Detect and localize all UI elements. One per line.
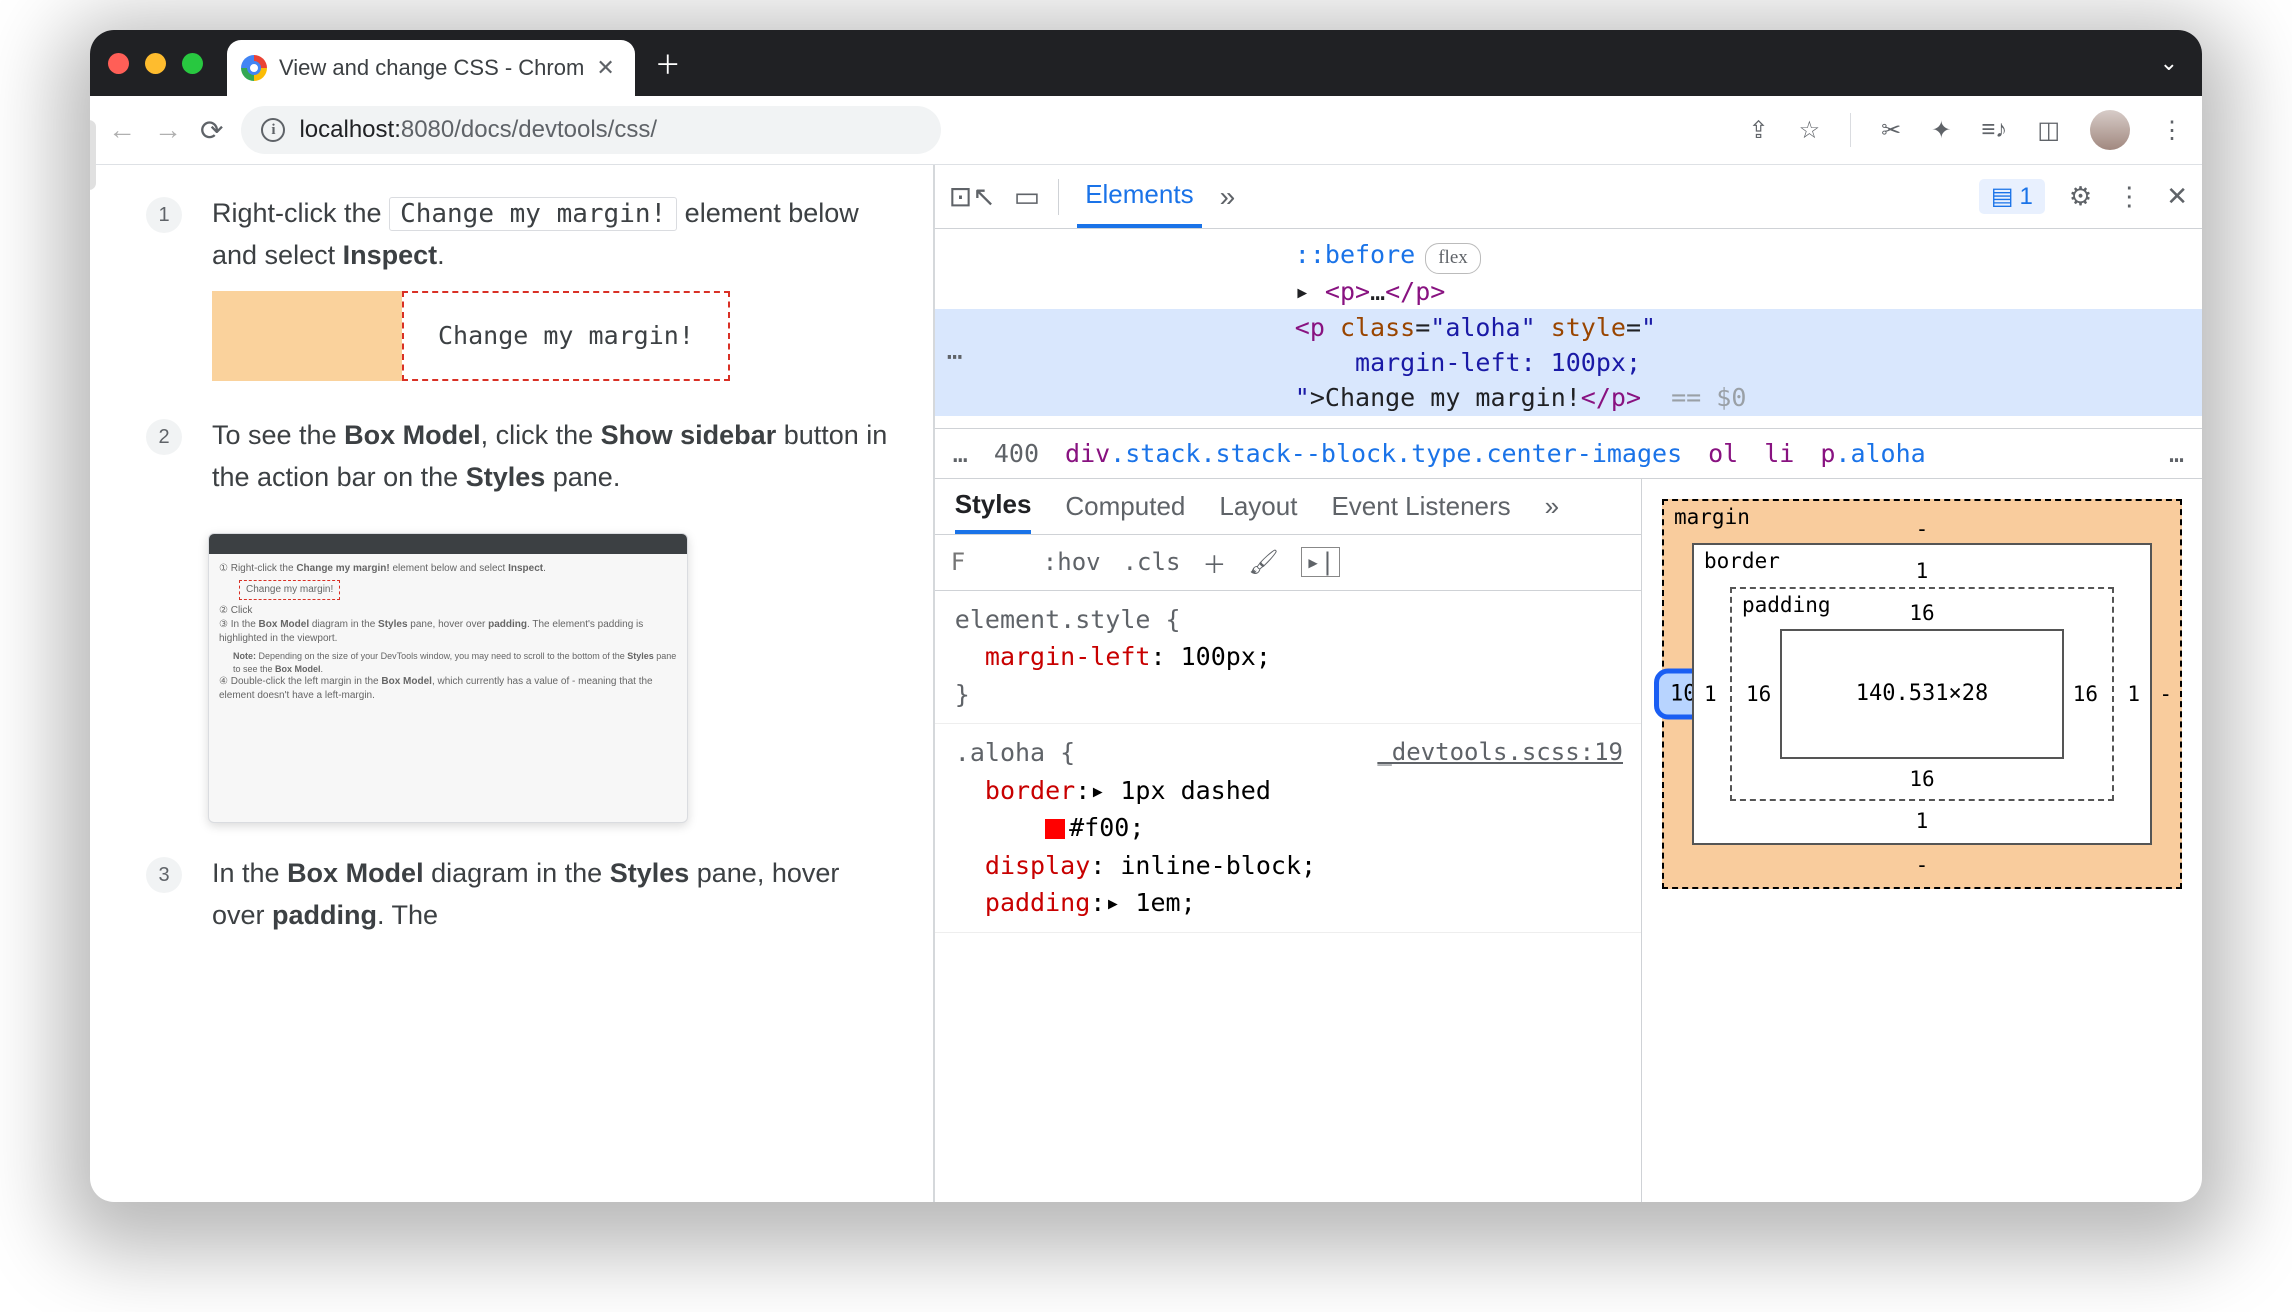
share-icon[interactable]: ⇪ [1748, 116, 1768, 145]
browser-tab[interactable]: View and change CSS - Chrom ✕ [227, 40, 635, 96]
pane-resize-handle[interactable] [90, 165, 96, 190]
divider [1850, 113, 1851, 147]
new-rule-icon[interactable]: ＋ [1202, 545, 1226, 580]
subtab-styles[interactable]: Styles [955, 479, 1032, 534]
tab-bar: View and change CSS - Chrom ✕ ＋ ⌄ [90, 30, 2202, 96]
crumb[interactable]: 400 [994, 439, 1039, 468]
screenshot-thumbnail: ① Right-click the Change my margin! elem… [208, 533, 688, 823]
selected-dom-node[interactable]: <p class="aloha" style=" margin-left: 10… [935, 309, 2202, 416]
back-button[interactable]: ← [108, 114, 136, 146]
subtab-computed[interactable]: Computed [1065, 491, 1185, 522]
content-split: 1 Right-click the Change my margin! elem… [90, 165, 2202, 1202]
margin-demo: Change my margin! [212, 291, 730, 382]
close-tab-icon[interactable]: ✕ [596, 55, 614, 81]
reading-list-icon[interactable]: ≡♪ [1981, 116, 2007, 144]
menu-icon[interactable]: ⋮ [2160, 116, 2184, 145]
step-number: 3 [146, 857, 182, 893]
step-3: 3 In the Box Model diagram in the Styles… [146, 853, 893, 937]
tab-title: View and change CSS - Chrom [279, 55, 584, 81]
browser-toolbar: ← → ⟳ i localhost:8080/docs/devtools/css… [90, 96, 2202, 165]
side-panel-icon[interactable]: ◫ [2037, 116, 2060, 145]
issues-badge[interactable]: ▤ 1 [1979, 179, 2045, 214]
inspect-icon[interactable]: ⊡↖ [949, 180, 996, 213]
subtab-layout[interactable]: Layout [1219, 491, 1297, 522]
hov-toggle[interactable]: :hov [1043, 548, 1101, 576]
reload-button[interactable]: ⟳ [200, 114, 223, 147]
docs-pane: 1 Right-click the Change my margin! elem… [90, 165, 935, 1202]
more-tabs-icon[interactable]: » [1220, 181, 1236, 213]
crumb[interactable]: div.stack.stack--block.type.center-image… [1065, 439, 1682, 468]
cls-toggle[interactable]: .cls [1123, 548, 1181, 576]
step-2: 2 To see the Box Model, click the Show s… [146, 415, 893, 499]
step-text: Right-click the [212, 198, 389, 228]
minimize-window-button[interactable] [145, 53, 166, 74]
tab-elements[interactable]: Elements [1077, 165, 1201, 228]
subtab-listeners[interactable]: Event Listeners [1331, 491, 1510, 522]
color-swatch-icon[interactable] [1045, 819, 1065, 839]
code-inline: Change my margin! [389, 197, 677, 231]
box-content[interactable]: 140.531×28 [1780, 629, 2064, 759]
scissors-icon[interactable]: ✂ [1881, 116, 1901, 145]
show-sidebar-icon[interactable]: ▸| [1301, 547, 1340, 577]
crumb-selected[interactable]: p.aloha [1820, 439, 1925, 468]
step-1: 1 Right-click the Change my margin! elem… [146, 193, 893, 381]
maximize-window-button[interactable] [182, 53, 203, 74]
device-toggle-icon[interactable]: ▭ [1014, 180, 1040, 213]
step-number: 1 [146, 197, 182, 233]
more-subtabs-icon[interactable]: » [1545, 491, 1559, 522]
url-text: localhost:8080/docs/devtools/css/ [299, 116, 657, 144]
rule-aloha[interactable]: _devtools.scss:19 .aloha { border:▸ 1px … [935, 724, 1641, 933]
devtools-pane: ⊡↖ ▭ Elements » ▤ 1 ⚙ ⋮ ✕ ⋯ ::beforeflex… [935, 165, 2202, 1202]
styles-filter-bar: :hov .cls ＋ 🖌 ▸| [935, 535, 1641, 591]
dom-overflow-icon[interactable]: ⋯ [947, 339, 963, 375]
margin-demo-element[interactable]: Change my margin! [402, 291, 730, 382]
tab-overflow-icon[interactable]: ⌄ [2160, 50, 2178, 76]
devtools-tabs: ⊡↖ ▭ Elements » ▤ 1 ⚙ ⋮ ✕ [935, 165, 2202, 229]
styles-row: Styles Computed Layout Event Listeners »… [935, 479, 2202, 1202]
divider [1058, 179, 1059, 215]
extensions-icon[interactable]: ✦ [1931, 116, 1951, 145]
new-tab-button[interactable]: ＋ [655, 45, 681, 82]
address-bar[interactable]: i localhost:8080/docs/devtools/css/ [241, 106, 941, 154]
settings-icon[interactable]: ⚙ [2069, 181, 2092, 212]
browser-window: View and change CSS - Chrom ✕ ＋ ⌄ ← → ⟳ … [90, 30, 2202, 1202]
close-devtools-icon[interactable]: ✕ [2166, 181, 2188, 212]
crumb[interactable]: ol [1708, 439, 1738, 468]
kebab-menu-icon[interactable]: ⋮ [2116, 181, 2142, 212]
chrome-favicon-icon [241, 55, 267, 81]
box-model-sidebar: margin - - - 100 border 1 1 1 1 [1642, 479, 2202, 1202]
toolbar-icons: ⇪ ☆ ✂ ✦ ≡♪ ◫ ⋮ [1748, 110, 2184, 150]
bookmark-icon[interactable]: ☆ [1799, 116, 1821, 145]
breadcrumb-bar[interactable]: … 400 div.stack.stack--block.type.center… [935, 429, 2202, 479]
site-info-icon[interactable]: i [261, 118, 285, 142]
close-window-button[interactable] [108, 53, 129, 74]
paint-icon[interactable]: 🖌 [1248, 548, 1278, 576]
flex-badge[interactable]: flex [1425, 243, 1481, 274]
forward-button[interactable]: → [154, 114, 182, 146]
styles-subtabs: Styles Computed Layout Event Listeners » [935, 479, 1641, 535]
source-link[interactable]: _devtools.scss:19 [1377, 734, 1623, 770]
window-controls [108, 53, 203, 74]
box-model-diagram[interactable]: margin - - - 100 border 1 1 1 1 [1662, 499, 2182, 889]
profile-avatar[interactable] [2090, 110, 2130, 150]
styles-panel: Styles Computed Layout Event Listeners »… [935, 479, 1642, 1202]
filter-input[interactable] [951, 548, 1021, 576]
step-number: 2 [146, 419, 182, 455]
rule-element-style[interactable]: element.style { margin-left: 100px; } [935, 591, 1641, 725]
crumb[interactable]: li [1764, 439, 1794, 468]
dom-tree[interactable]: ⋯ ::beforeflex ▸ <p>…</p> <p class="aloh… [935, 229, 2202, 429]
